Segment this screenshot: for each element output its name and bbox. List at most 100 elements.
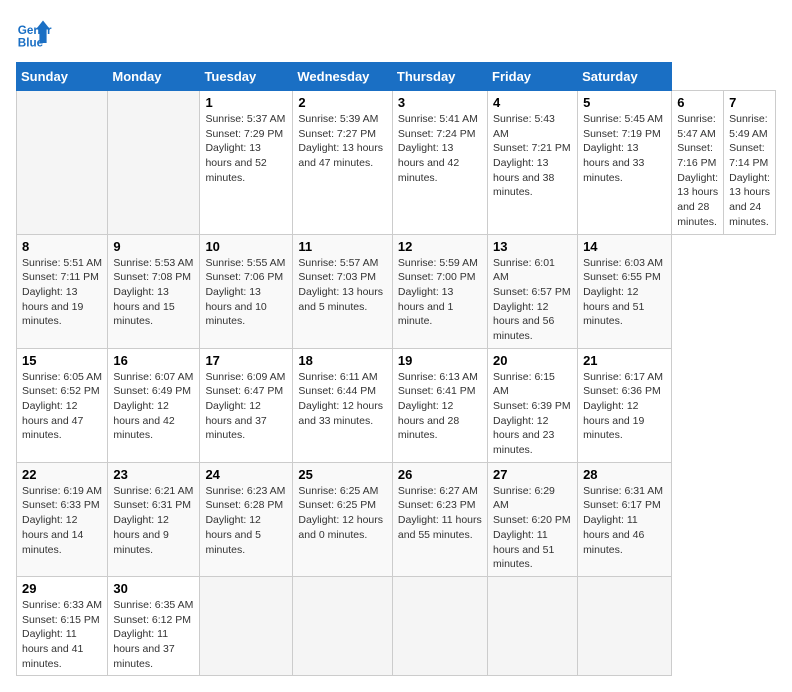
calendar-cell: 11 Sunrise: 5:57 AMSunset: 7:03 PMDayligh…	[293, 234, 393, 348]
day-info: Sunrise: 5:41 AMSunset: 7:24 PMDaylight:…	[398, 112, 482, 185]
calendar-cell: 15 Sunrise: 6:05 AMSunset: 6:52 PMDayligh…	[17, 348, 108, 462]
day-number: 27	[493, 467, 572, 482]
day-info: Sunrise: 6:05 AMSunset: 6:52 PMDaylight:…	[22, 370, 102, 443]
calendar-cell: 23 Sunrise: 6:21 AMSunset: 6:31 PMDayligh…	[108, 462, 200, 576]
day-number: 23	[113, 467, 194, 482]
day-number: 8	[22, 239, 102, 254]
calendar-cell: 9 Sunrise: 5:53 AMSunset: 7:08 PMDaylight…	[108, 234, 200, 348]
calendar-cell	[392, 576, 487, 675]
day-info: Sunrise: 6:01 AMSunset: 6:57 PMDaylight:…	[493, 256, 572, 344]
calendar-cell: 10Sunrise: 5:55 AMSunset: 7:06 PMDayligh…	[200, 234, 293, 348]
empty-cell	[17, 91, 108, 235]
calendar-cell: 3 Sunrise: 5:41 AMSunset: 7:24 PMDaylight…	[392, 91, 487, 235]
day-info: Sunrise: 6:11 AMSunset: 6:44 PMDaylight:…	[298, 370, 387, 429]
calendar-header: SundayMondayTuesdayWednesdayThursdayFrid…	[17, 63, 776, 91]
empty-cell	[108, 91, 200, 235]
day-number: 26	[398, 467, 482, 482]
day-number: 12	[398, 239, 482, 254]
day-info: Sunrise: 6:25 AMSunset: 6:25 PMDaylight:…	[298, 484, 387, 543]
calendar-cell: 20Sunrise: 6:15 AMSunset: 6:39 PMDayligh…	[488, 348, 578, 462]
day-number: 22	[22, 467, 102, 482]
day-number: 9	[113, 239, 194, 254]
calendar-cell	[578, 576, 672, 675]
day-info: Sunrise: 6:17 AMSunset: 6:36 PMDaylight:…	[583, 370, 666, 443]
day-number: 10	[205, 239, 287, 254]
day-info: Sunrise: 6:31 AMSunset: 6:17 PMDaylight:…	[583, 484, 666, 557]
day-info: Sunrise: 5:51 AMSunset: 7:11 PMDaylight:…	[22, 256, 102, 329]
day-info: Sunrise: 5:47 AMSunset: 7:16 PMDaylight:…	[677, 112, 718, 230]
calendar-cell	[200, 576, 293, 675]
calendar-cell: 28 Sunrise: 6:31 AMSunset: 6:17 PMDayligh…	[578, 462, 672, 576]
calendar-cell: 12Sunrise: 5:59 AMSunset: 7:00 PMDayligh…	[392, 234, 487, 348]
day-info: Sunrise: 6:29 AMSunset: 6:20 PMDaylight:…	[493, 484, 572, 572]
day-number: 2	[298, 95, 387, 110]
day-number: 19	[398, 353, 482, 368]
day-number: 29	[22, 581, 102, 596]
day-number: 11	[298, 239, 387, 254]
calendar-cell: 16Sunrise: 6:07 AMSunset: 6:49 PMDayligh…	[108, 348, 200, 462]
calendar-cell: 14 Sunrise: 6:03 AMSunset: 6:55 PMDayligh…	[578, 234, 672, 348]
calendar-cell: 6 Sunrise: 5:47 AMSunset: 7:16 PMDaylight…	[672, 91, 724, 235]
calendar-cell: 27 Sunrise: 6:29 AMSunset: 6:20 PMDayligh…	[488, 462, 578, 576]
weekday-header-wednesday: Wednesday	[293, 63, 393, 91]
calendar-week-1: 1 Sunrise: 5:37 AMSunset: 7:29 PMDaylight…	[17, 91, 776, 235]
day-info: Sunrise: 6:09 AMSunset: 6:47 PMDaylight:…	[205, 370, 287, 443]
day-info: Sunrise: 6:35 AMSunset: 6:12 PMDaylight:…	[113, 598, 194, 671]
day-number: 13	[493, 239, 572, 254]
calendar-week-2: 8 Sunrise: 5:51 AMSunset: 7:11 PMDaylight…	[17, 234, 776, 348]
day-number: 7	[729, 95, 770, 110]
day-number: 25	[298, 467, 387, 482]
day-number: 1	[205, 95, 287, 110]
day-info: Sunrise: 5:57 AMSunset: 7:03 PMDaylight:…	[298, 256, 387, 315]
day-info: Sunrise: 6:27 AMSunset: 6:23 PMDaylight:…	[398, 484, 482, 543]
weekday-header-saturday: Saturday	[578, 63, 672, 91]
day-info: Sunrise: 6:23 AMSunset: 6:28 PMDaylight:…	[205, 484, 287, 557]
day-info: Sunrise: 6:13 AMSunset: 6:41 PMDaylight:…	[398, 370, 482, 443]
calendar-cell: 2 Sunrise: 5:39 AMSunset: 7:27 PMDaylight…	[293, 91, 393, 235]
day-number: 28	[583, 467, 666, 482]
day-number: 4	[493, 95, 572, 110]
calendar-cell: 29 Sunrise: 6:33 AMSunset: 6:15 PMDayligh…	[17, 576, 108, 675]
day-info: Sunrise: 5:39 AMSunset: 7:27 PMDaylight:…	[298, 112, 387, 171]
day-info: Sunrise: 5:37 AMSunset: 7:29 PMDaylight:…	[205, 112, 287, 185]
weekday-header-tuesday: Tuesday	[200, 63, 293, 91]
weekday-header-monday: Monday	[108, 63, 200, 91]
day-number: 30	[113, 581, 194, 596]
weekday-header-thursday: Thursday	[392, 63, 487, 91]
day-number: 18	[298, 353, 387, 368]
calendar-cell: 18 Sunrise: 6:11 AMSunset: 6:44 PMDayligh…	[293, 348, 393, 462]
calendar-cell: 30 Sunrise: 6:35 AMSunset: 6:12 PMDayligh…	[108, 576, 200, 675]
calendar-cell: 5 Sunrise: 5:45 AMSunset: 7:19 PMDaylight…	[578, 91, 672, 235]
calendar-cell: 7 Sunrise: 5:49 AMSunset: 7:14 PMDaylight…	[724, 91, 776, 235]
day-number: 24	[205, 467, 287, 482]
weekday-header-friday: Friday	[488, 63, 578, 91]
day-info: Sunrise: 5:49 AMSunset: 7:14 PMDaylight:…	[729, 112, 770, 230]
logo: General Blue	[16, 16, 52, 52]
calendar-week-4: 22 Sunrise: 6:19 AMSunset: 6:33 PMDayligh…	[17, 462, 776, 576]
calendar-cell: 26 Sunrise: 6:27 AMSunset: 6:23 PMDayligh…	[392, 462, 487, 576]
day-number: 14	[583, 239, 666, 254]
day-info: Sunrise: 5:43 AMSunset: 7:21 PMDaylight:…	[493, 112, 572, 200]
day-number: 20	[493, 353, 572, 368]
day-info: Sunrise: 5:53 AMSunset: 7:08 PMDaylight:…	[113, 256, 194, 329]
calendar-cell: 17Sunrise: 6:09 AMSunset: 6:47 PMDayligh…	[200, 348, 293, 462]
calendar-cell: 1 Sunrise: 5:37 AMSunset: 7:29 PMDaylight…	[200, 91, 293, 235]
calendar-cell: 4 Sunrise: 5:43 AMSunset: 7:21 PMDaylight…	[488, 91, 578, 235]
calendar-week-5: 29 Sunrise: 6:33 AMSunset: 6:15 PMDayligh…	[17, 576, 776, 675]
calendar-cell: 22 Sunrise: 6:19 AMSunset: 6:33 PMDayligh…	[17, 462, 108, 576]
calendar-cell: 25 Sunrise: 6:25 AMSunset: 6:25 PMDayligh…	[293, 462, 393, 576]
day-info: Sunrise: 6:19 AMSunset: 6:33 PMDaylight:…	[22, 484, 102, 557]
logo-icon: General Blue	[16, 16, 52, 52]
day-number: 15	[22, 353, 102, 368]
day-info: Sunrise: 5:45 AMSunset: 7:19 PMDaylight:…	[583, 112, 666, 185]
day-number: 6	[677, 95, 718, 110]
day-number: 16	[113, 353, 194, 368]
day-number: 5	[583, 95, 666, 110]
day-info: Sunrise: 6:03 AMSunset: 6:55 PMDaylight:…	[583, 256, 666, 329]
day-info: Sunrise: 6:33 AMSunset: 6:15 PMDaylight:…	[22, 598, 102, 671]
calendar-cell: 13 Sunrise: 6:01 AMSunset: 6:57 PMDayligh…	[488, 234, 578, 348]
weekday-header-sunday: Sunday	[17, 63, 108, 91]
day-number: 3	[398, 95, 482, 110]
header: General Blue	[16, 16, 776, 52]
day-info: Sunrise: 6:21 AMSunset: 6:31 PMDaylight:…	[113, 484, 194, 557]
